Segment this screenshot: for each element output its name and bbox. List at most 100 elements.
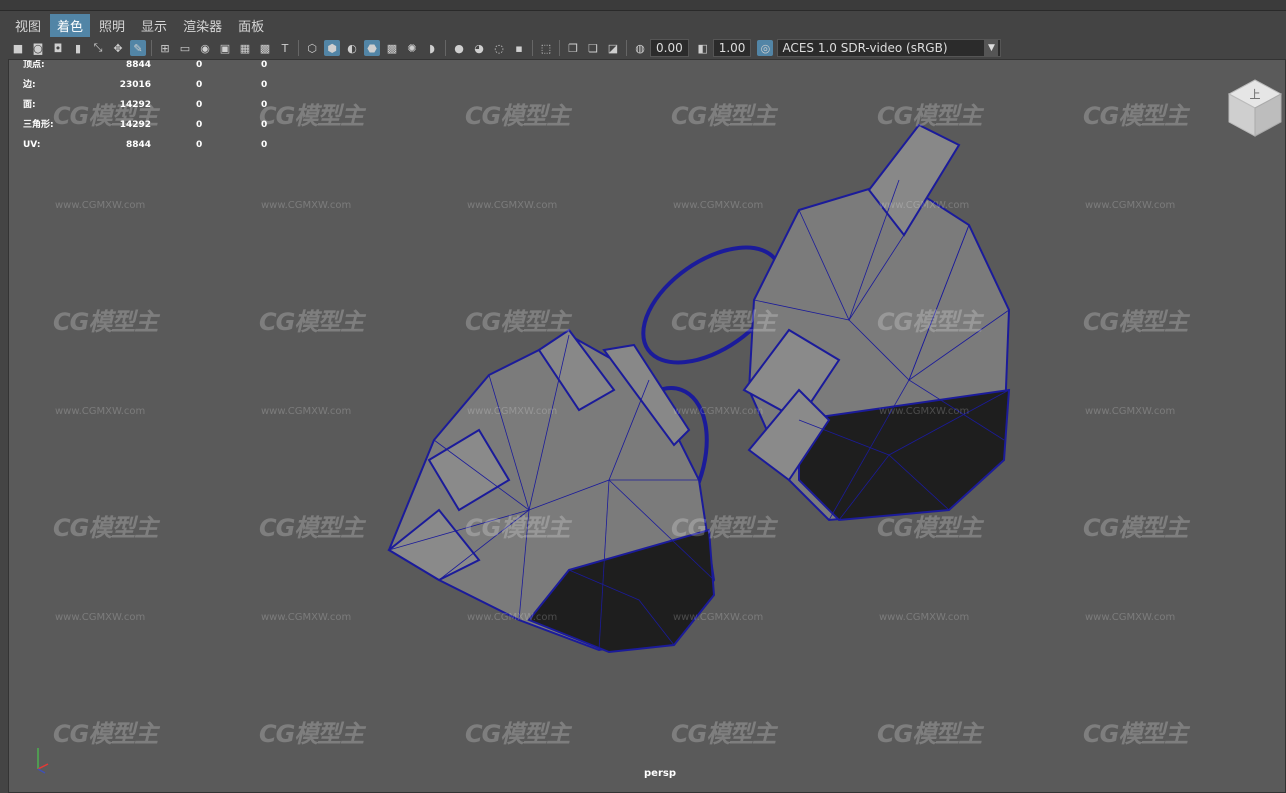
hud-label: 面: [23,100,36,110]
pan-zoom-icon[interactable]: ⤡ [90,40,106,56]
view-transform-value: ACES 1.0 SDR-video (sRGB) [782,41,948,55]
safe-title-icon[interactable]: T [277,40,293,56]
watermark-text: CG模型主 [53,308,158,336]
safe-action-icon[interactable]: ▩ [257,40,273,56]
grid-icon[interactable]: ⊞ [157,40,173,56]
watermark-text: CG模型主 [877,102,982,130]
hud-value: 23016 [119,80,151,90]
camera-attributes-icon[interactable]: ◙ [30,40,46,56]
view-transform-select[interactable]: ACES 1.0 SDR-video (sRGB) ▼ [777,39,1002,57]
watermark-text: CG模型主 [53,720,158,748]
watermark-url: www.CGMXW.com [55,406,146,417]
toolbar-separator [532,40,533,56]
watermark-text: CG模型主 [259,102,364,130]
hud-value: 0 [196,140,203,150]
watermark-text: CG模型主 [53,514,158,542]
field-chart-icon[interactable]: ▦ [237,40,253,56]
watermark-url: www.CGMXW.com [55,200,146,211]
scene-render [387,123,1011,654]
view-cube[interactable]: 上 [1227,78,1283,138]
watermark-text: CG模型主 [465,514,570,542]
hud-value: 8844 [125,60,151,70]
watermark-url: www.CGMXW.com [261,200,352,211]
watermark-text: CG模型主 [671,720,776,748]
smooth-shade-icon[interactable]: ⬢ [324,40,340,56]
xray-active-icon[interactable]: ❏ [585,40,601,56]
hud-label: 顶点: [23,60,45,70]
watermark-text: CG模型主 [877,514,982,542]
toolbar-separator [559,40,560,56]
menu-renderer[interactable]: 渲染器 [176,14,229,37]
hud-label: 边: [23,80,36,90]
isolate-icon[interactable]: ⬚ [538,40,554,56]
depth-of-field-icon[interactable]: ▪ [511,40,527,56]
watermark-url: www.CGMXW.com [467,612,558,623]
grease-pencil-draw-icon[interactable]: ✎ [130,40,146,56]
watermark-text: CG模型主 [465,308,570,336]
watermark-text: CG模型主 [1083,308,1188,336]
hud-value: 0 [196,120,203,130]
grease-pencil-icon[interactable]: ✥ [110,40,126,56]
viewport-persp[interactable]: 顶点: 8844 0 0 边: 23016 0 0 面: 14292 0 0 三… [8,59,1286,793]
gate-mask-icon[interactable]: ▣ [217,40,233,56]
multisample-aa-icon[interactable]: ◌ [491,40,507,56]
watermark-url: www.CGMXW.com [1085,612,1176,623]
image-plane-icon[interactable]: ▮ [70,40,86,56]
watermark-url: www.CGMXW.com [1085,200,1176,211]
watermark-url: www.CGMXW.com [261,612,352,623]
wireframe-icon[interactable]: ⬡ [304,40,320,56]
menu-view[interactable]: 视图 [8,14,48,37]
hud-row-vertices: 顶点: 8844 0 0 [23,60,283,80]
grenade-left [387,328,716,654]
camera-name-label: persp [644,768,676,779]
menu-panels[interactable]: 面板 [231,14,271,37]
watermark-text: CG模型主 [671,102,776,130]
watermark-url: www.CGMXW.com [673,200,764,211]
color-manage-icon[interactable]: ◎ [757,40,774,56]
menu-show[interactable]: 显示 [134,14,174,37]
watermark-url: www.CGMXW.com [879,612,970,623]
gamma-field[interactable]: 1.00 [712,39,752,57]
toolbar-separator [298,40,299,56]
watermark-text: CG模型主 [465,102,570,130]
motion-blur-icon[interactable]: ◕ [471,40,487,56]
watermark-url: www.CGMXW.com [467,200,558,211]
xray-icon[interactable]: ❐ [565,40,581,56]
menu-lighting[interactable]: 照明 [92,14,132,37]
watermark-text: CG模型主 [1083,514,1188,542]
exposure-icon[interactable]: ◍ [632,40,648,56]
axis-gizmo [37,748,49,774]
hud-label: 三角形: [23,120,54,130]
light-icon[interactable]: ✺ [404,40,420,56]
menu-shading[interactable]: 着色 [50,13,91,37]
watermark-text: CG模型主 [877,720,982,748]
hud-value: 0 [196,60,203,70]
watermark-text: CG模型主 [671,514,776,542]
chevron-down-icon[interactable]: ▼ [984,40,999,56]
toolbar-separator [445,40,446,56]
bookmark-icon[interactable]: ◘ [50,40,66,56]
textured-icon[interactable]: ▩ [384,40,400,56]
default-material-icon[interactable]: ◐ [344,40,360,56]
hud-value: 0 [261,140,268,150]
hud-value: 8844 [125,140,151,150]
wireframe-on-shaded-icon[interactable]: ⬣ [364,40,380,56]
watermark-url: www.CGMXW.com [879,406,970,417]
gamma-icon[interactable]: ◧ [695,40,711,56]
camera-icon[interactable]: ■ [10,40,26,56]
shadows-icon[interactable]: ◗ [424,40,440,56]
resolution-gate-icon[interactable]: ◉ [197,40,213,56]
exposure-field[interactable]: 0.00 [650,39,689,57]
watermark-url: www.CGMXW.com [673,406,764,417]
top-strip [0,0,1286,11]
hud-row-uvs: UV: 8844 0 0 [23,140,283,160]
watermark-url: www.CGMXW.com [673,612,764,623]
watermark-url: www.CGMXW.com [879,200,970,211]
screen-space-ao-icon[interactable]: ● [451,40,467,56]
watermark-url: www.CGMXW.com [261,406,352,417]
hud-label: UV: [23,140,41,150]
hud-value: 0 [261,60,268,70]
view-cube-face-label: 上 [1250,88,1261,101]
film-gate-icon[interactable]: ▭ [177,40,193,56]
xray-joints-icon[interactable]: ◪ [605,40,621,56]
